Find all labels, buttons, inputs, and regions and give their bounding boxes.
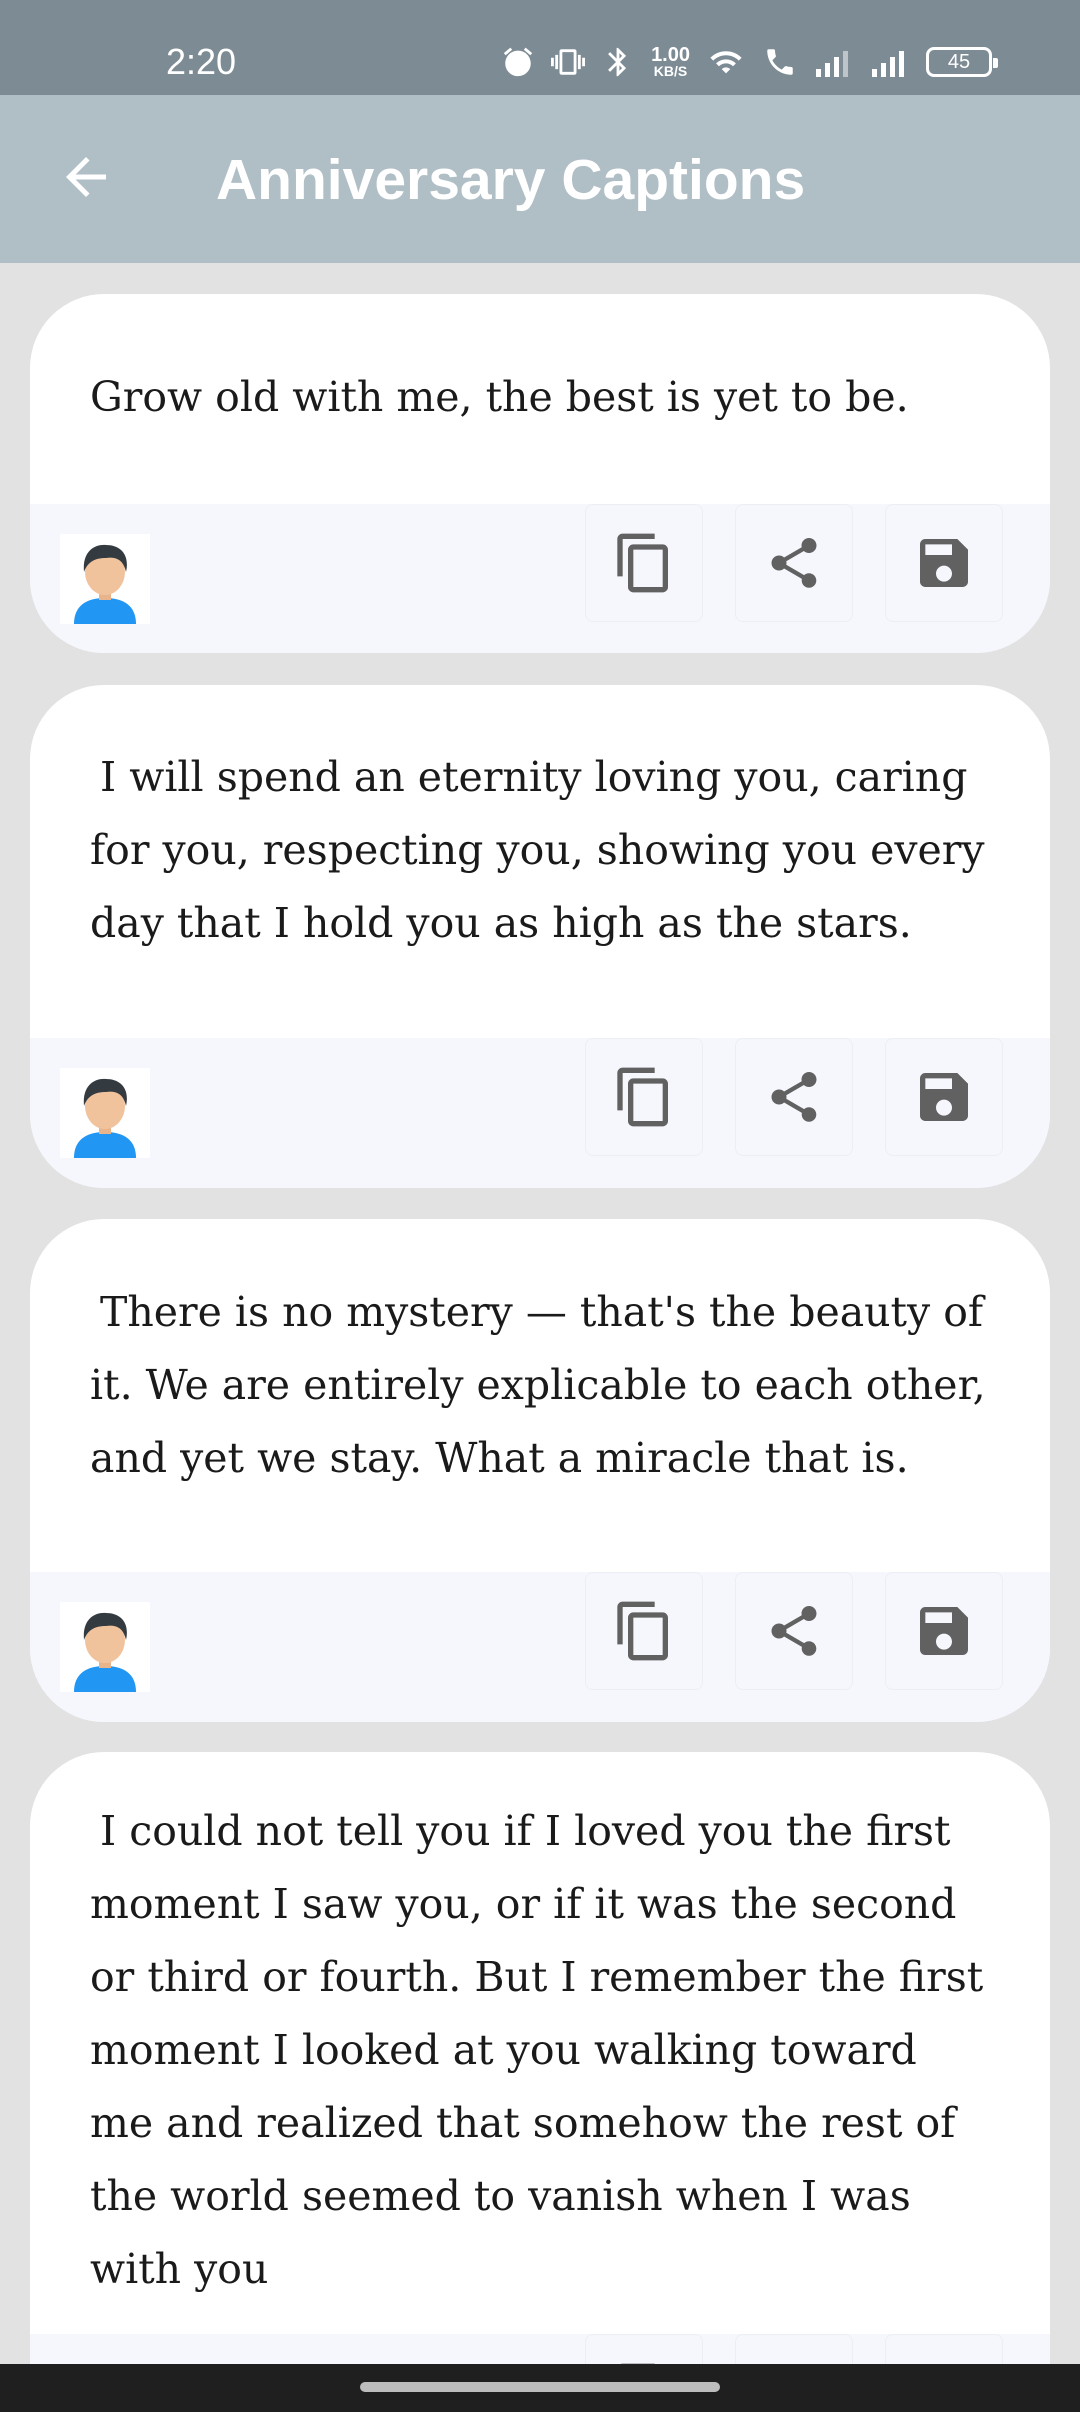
share-icon: [771, 538, 817, 588]
wifi-calling-icon: [767, 49, 793, 75]
copy-button[interactable]: [585, 1038, 703, 1156]
wifi-icon: [710, 51, 742, 74]
caption-card: There is no mystery — that's the beauty …: [30, 1219, 1050, 1722]
caption-text: I could not tell you if I loved you the …: [90, 1807, 984, 2293]
caption-card: I will spend an eternity loving you, car…: [30, 685, 1050, 1188]
app-bar: Anniversary Captions: [0, 95, 1080, 263]
alarm-icon: [503, 47, 533, 77]
battery-level: 45: [947, 50, 971, 73]
copy-icon: [617, 1067, 668, 1127]
card-action-bar: [30, 504, 1050, 653]
copy-icon: [617, 1601, 668, 1661]
share-icon: [771, 1072, 817, 1122]
copy-icon: [617, 533, 668, 593]
status-bar: 2:20 1.00 KB/S 45: [0, 0, 1080, 95]
copy-button[interactable]: [585, 1572, 703, 1690]
network-speed-unit: KB/S: [653, 63, 688, 79]
page-title: Anniversary Captions: [216, 148, 806, 212]
signal-sim2-icon: [872, 51, 904, 77]
caption-text: I will spend an eternity loving you, car…: [90, 753, 985, 947]
user-avatar-icon: [60, 1068, 150, 1158]
caption-text: Grow old with me, the best is yet to be.: [90, 373, 909, 421]
battery-indicator: 45: [926, 47, 998, 77]
share-button[interactable]: [735, 1038, 853, 1156]
status-icons: 1.00 KB/S 45: [501, 40, 998, 84]
network-speed-value: 1.00: [651, 44, 690, 66]
card-action-bar: [30, 1038, 1050, 1188]
user-avatar-icon: [60, 1602, 150, 1692]
signal-sim1-icon: [816, 51, 848, 77]
copy-button[interactable]: [585, 504, 703, 622]
status-time: 2:20: [166, 41, 237, 82]
share-button[interactable]: [735, 504, 853, 622]
save-button[interactable]: [885, 1572, 1003, 1690]
save-button[interactable]: [885, 504, 1003, 622]
navigation-bar: [0, 2364, 1080, 2412]
arrow-back-icon: [66, 157, 106, 197]
save-icon: [920, 1607, 968, 1655]
save-icon: [920, 1073, 968, 1121]
save-button[interactable]: [885, 1038, 1003, 1156]
share-icon: [771, 1606, 817, 1656]
caption-card: Grow old with me, the best is yet to be.: [30, 294, 1050, 653]
user-avatar-icon: [60, 534, 150, 624]
caption-card: I could not tell you if I loved you the …: [30, 1752, 1050, 2412]
back-button[interactable]: [44, 135, 128, 219]
caption-text: There is no mystery — that's the beauty …: [90, 1288, 986, 1482]
card-action-bar: [30, 1572, 1050, 1722]
home-gesture-handle[interactable]: [360, 2382, 720, 2392]
vibrate-icon: [551, 49, 586, 75]
share-button[interactable]: [735, 1572, 853, 1690]
save-icon: [920, 539, 968, 587]
bluetooth-icon: [608, 47, 627, 77]
network-speed: 1.00 KB/S: [651, 44, 690, 79]
